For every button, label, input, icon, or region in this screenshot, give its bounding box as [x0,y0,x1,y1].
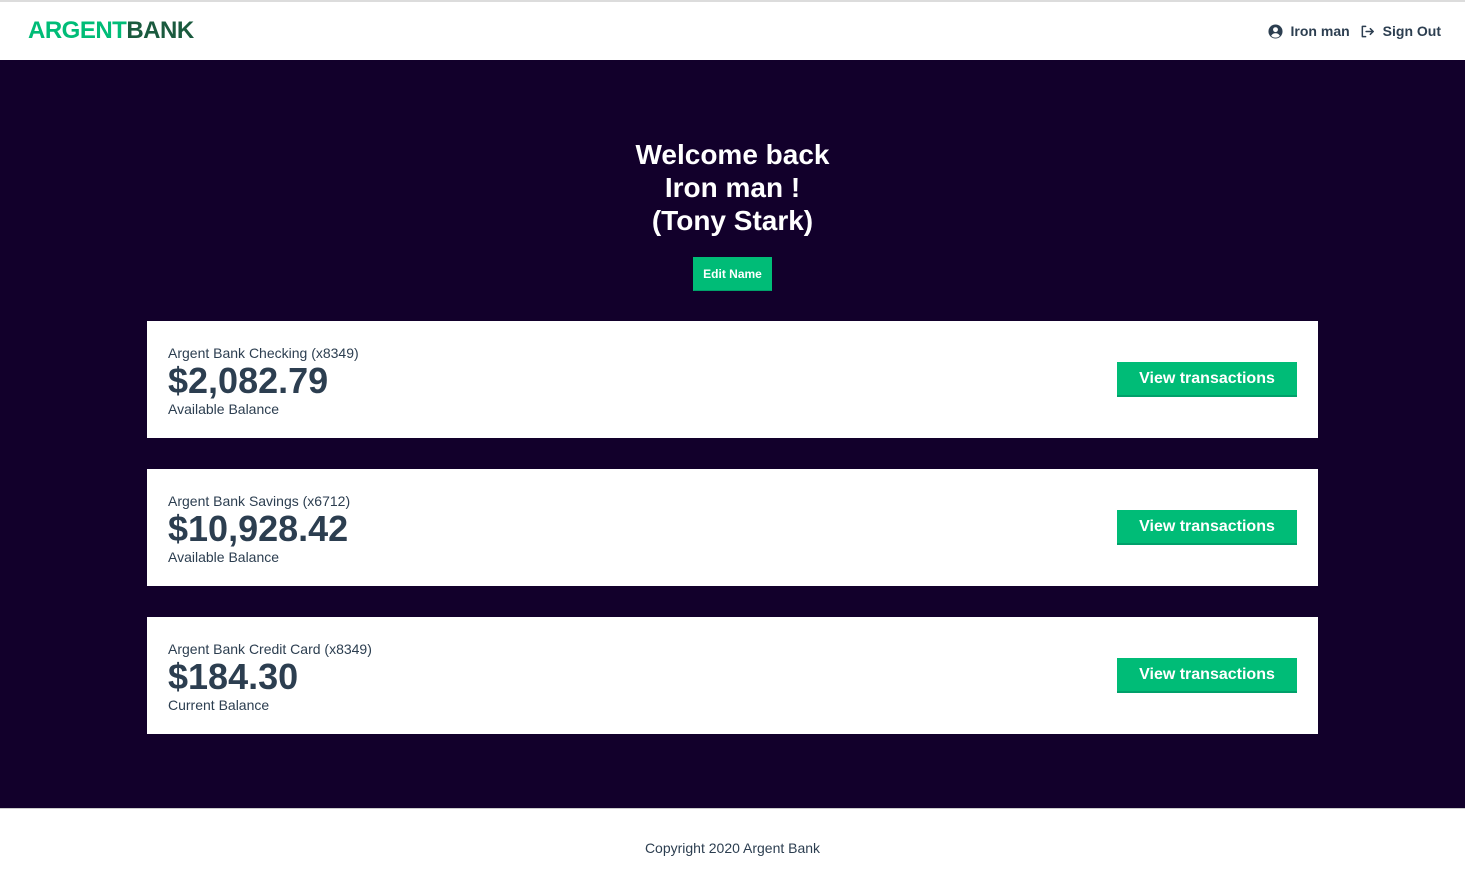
accounts-list: Argent Bank Checking (x8349) $2,082.79 A… [147,321,1318,765]
welcome-line-1: Welcome back [635,139,830,170]
sign-out-link[interactable]: Sign Out [1360,23,1441,39]
welcome-heading: Welcome back Iron man ! (Tony Stark) [635,138,829,237]
account-info: Argent Bank Savings (x6712) $10,928.42 A… [168,491,350,565]
account-amount-description: Available Balance [168,400,280,417]
account-amount-description: Available Balance [168,548,280,565]
main-nav: ARGENT BANK Iron man Sign Out [0,2,1465,60]
nav-user-area: Iron man Sign Out [1268,23,1441,39]
account-title: Argent Bank Checking (x8349) [168,344,359,361]
account-title: Argent Bank Savings (x6712) [168,492,351,509]
argent-bank-logo[interactable]: ARGENT BANK [28,17,194,45]
account-amount: $10,928.42 [168,507,349,549]
account-amount: $2,082.79 [168,359,329,401]
view-transactions-button-savings[interactable]: View transactions [1117,510,1297,545]
copyright-text: Copyright 2020 Argent Bank [644,840,821,856]
welcome-line-3: (Tony Stark) [651,205,814,236]
account-card-checking: Argent Bank Checking (x8349) $2,082.79 A… [147,321,1318,438]
sign-out-icon [1360,24,1375,39]
main-content: Welcome back Iron man ! (Tony Stark) Edi… [0,60,1465,808]
sign-out-label: Sign Out [1382,23,1441,39]
account-card-credit: Argent Bank Credit Card (x8349) $184.30 … [147,617,1318,734]
edit-name-button[interactable]: Edit Name [693,257,772,291]
logo-text-bank: BANK [126,17,194,44]
account-amount: $184.30 [168,655,299,697]
view-transactions-button-checking[interactable]: View transactions [1117,362,1297,397]
account-amount-description: Current Balance [168,696,270,713]
account-info: Argent Bank Checking (x8349) $2,082.79 A… [168,343,359,417]
welcome-line-2: Iron man ! [664,172,801,203]
account-info: Argent Bank Credit Card (x8349) $184.30 … [168,639,372,713]
profile-link[interactable]: Iron man [1268,23,1350,39]
account-title: Argent Bank Credit Card (x8349) [168,640,372,657]
user-name-label: Iron man [1290,23,1350,39]
view-transactions-button-credit[interactable]: View transactions [1117,658,1297,693]
user-circle-icon [1268,23,1283,39]
logo-text-argent: ARGENT [28,17,127,44]
account-card-savings: Argent Bank Savings (x6712) $10,928.42 A… [147,469,1318,586]
page-footer: Copyright 2020 Argent Bank [0,808,1465,895]
